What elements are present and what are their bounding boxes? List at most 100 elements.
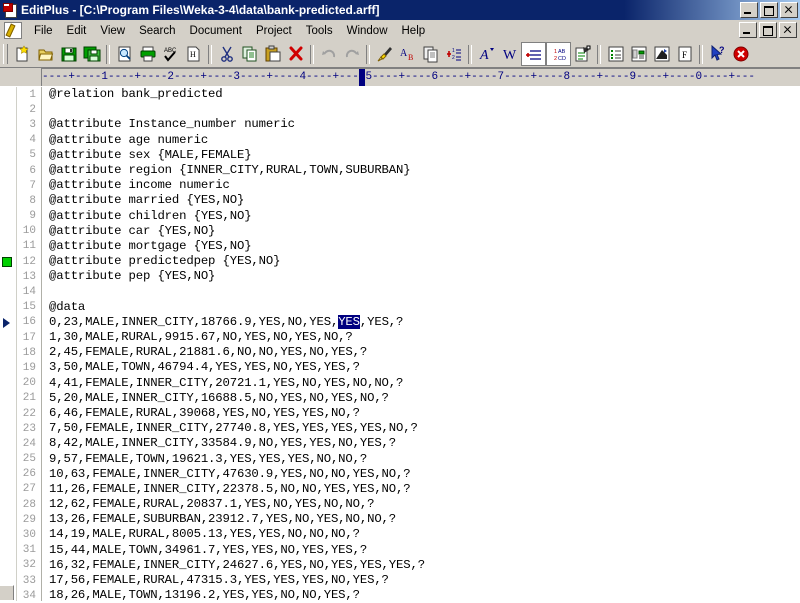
print-preview-icon[interactable]	[113, 43, 136, 65]
text-content[interactable]: @relation bank_predicted @attribute Inst…	[42, 87, 800, 601]
code-line[interactable]: @attribute car {YES,NO}	[49, 224, 800, 239]
maximize-button[interactable]	[760, 2, 778, 18]
gutter-line[interactable]: 4	[0, 133, 41, 148]
menu-view[interactable]: View	[93, 23, 132, 39]
directory-window-icon[interactable]	[627, 43, 650, 65]
gutter-line[interactable]: 11	[0, 239, 41, 254]
code-line[interactable]: 12,62,FEMALE,RURAL,20837.1,YES,NO,YES,NO…	[49, 497, 800, 512]
code-line[interactable]: 13,26,FEMALE,SUBURBAN,23912.7,YES,NO,YES…	[49, 512, 800, 527]
mdi-close-button[interactable]	[779, 22, 797, 38]
gutter-line[interactable]: 13	[0, 269, 41, 284]
gutter-line[interactable]: 14	[0, 284, 41, 299]
close-button[interactable]	[780, 2, 798, 18]
function-list-icon[interactable]: F	[673, 43, 696, 65]
code-line[interactable]: 5,20,MALE,INNER_CITY,16688.5,NO,YES,NO,Y…	[49, 391, 800, 406]
gutter-line[interactable]: 25	[0, 452, 41, 467]
code-line[interactable]: 11,26,FEMALE,INNER_CITY,22378.5,NO,NO,YE…	[49, 482, 800, 497]
code-line[interactable]: @attribute age numeric	[49, 133, 800, 148]
code-line[interactable]: @attribute children {YES,NO}	[49, 209, 800, 224]
bookmark-marker-icon[interactable]	[2, 256, 12, 267]
word-wrap-icon[interactable]: W	[498, 43, 521, 65]
gutter-line[interactable]: 5	[0, 148, 41, 163]
gutter-line[interactable]: 19	[0, 360, 41, 375]
gutter-line[interactable]: 16	[0, 315, 41, 330]
indent-list-icon[interactable]: 1 2	[442, 43, 465, 65]
code-line[interactable]: @attribute income numeric	[49, 178, 800, 193]
open-file-icon[interactable]	[34, 43, 57, 65]
code-line[interactable]: @relation bank_predicted	[49, 87, 800, 102]
gutter-line[interactable]: 1	[0, 87, 41, 102]
undo-icon[interactable]	[317, 43, 340, 65]
line-number-gutter[interactable]: 1 2 3 4 5 6 7 8 9 10 11 12 13 14 15 16 17 18 19 20 21 22 23 24 2…	[0, 87, 41, 602]
gutter-line[interactable]: 7	[0, 178, 41, 193]
gutter-line[interactable]: 8	[0, 193, 41, 208]
code-line[interactable]: @attribute sex {MALE,FEMALE}	[49, 148, 800, 163]
code-line[interactable]: 16,32,FEMALE,INNER_CITY,24627.6,YES,NO,Y…	[49, 558, 800, 573]
code-line[interactable]: @attribute pep {YES,NO}	[49, 269, 800, 284]
context-help-icon[interactable]: ?	[706, 43, 729, 65]
document-pencil-icon[interactable]	[4, 22, 22, 39]
column-marker-icon[interactable]: 1 AB 2 CD	[546, 42, 571, 66]
code-line[interactable]: @data	[49, 300, 800, 315]
code-line[interactable]	[49, 102, 800, 117]
redo-icon[interactable]	[340, 43, 363, 65]
gutter-line[interactable]: 32	[0, 558, 41, 573]
menu-tools[interactable]: Tools	[299, 23, 340, 39]
code-line[interactable]: 4,41,FEMALE,INNER_CITY,20721.1,YES,NO,YE…	[49, 376, 800, 391]
delete-icon[interactable]	[284, 43, 307, 65]
gutter-line[interactable]: 3	[0, 117, 41, 132]
code-line[interactable]: 15,44,MALE,TOWN,34961.7,YES,YES,NO,YES,Y…	[49, 543, 800, 558]
code-line[interactable]: @attribute predictedpep {YES,NO}	[49, 254, 800, 269]
editor-area[interactable]: 1 2 3 4 5 6 7 8 9 10 11 12 13 14 15 16 17 18 19 20 21 22 23 24 2…	[0, 86, 800, 602]
gutter-line[interactable]: 15	[0, 300, 41, 315]
code-line[interactable]: 9,57,FEMALE,TOWN,19621.3,YES,YES,YES,NO,…	[49, 452, 800, 467]
gutter-line[interactable]: 10	[0, 224, 41, 239]
menu-help[interactable]: Help	[395, 23, 433, 39]
gutter-line[interactable]: 2	[0, 102, 41, 117]
gutter-line[interactable]: 24	[0, 436, 41, 451]
duplicate-icon[interactable]	[419, 43, 442, 65]
code-line[interactable]: @attribute Instance_number numeric	[49, 117, 800, 132]
gutter-line[interactable]: 9	[0, 209, 41, 224]
paste-icon[interactable]	[261, 43, 284, 65]
menu-window[interactable]: Window	[340, 23, 395, 39]
html-page-icon[interactable]: H	[182, 43, 205, 65]
column-ruler[interactable]: ----+----1----+----2----+----3----+----4…	[42, 68, 800, 86]
cliptext-window-icon[interactable]	[650, 43, 673, 65]
gutter-line[interactable]: 17	[0, 330, 41, 345]
gutter-line[interactable]: 23	[0, 421, 41, 436]
gutter-line[interactable]: 31	[0, 543, 41, 558]
code-line[interactable]: @attribute mortgage {YES,NO}	[49, 239, 800, 254]
code-line[interactable]: 3,50,MALE,TOWN,46794.4,YES,YES,NO,YES,YE…	[49, 360, 800, 375]
code-line[interactable]: 7,50,FEMALE,INNER_CITY,27740.8,YES,YES,Y…	[49, 421, 800, 436]
gutter-line[interactable]: 21	[0, 391, 41, 406]
line-numbers-icon[interactable]	[521, 42, 546, 66]
code-line[interactable]: 6,46,FEMALE,RURAL,39068,YES,NO,YES,YES,N…	[49, 406, 800, 421]
gutter-line[interactable]: 22	[0, 406, 41, 421]
copy-icon[interactable]	[238, 43, 261, 65]
mdi-minimize-button[interactable]	[739, 22, 757, 38]
selected-text[interactable]: YES	[338, 314, 360, 329]
code-line[interactable]: 17,56,FEMALE,RURAL,47315.3,YES,YES,YES,N…	[49, 573, 800, 588]
minimize-button[interactable]	[740, 2, 758, 18]
code-line[interactable]: 0,23,MALE,INNER_CITY,18766.9,YES,NO,YES,…	[49, 314, 800, 330]
toolbar-grip[interactable]	[3, 44, 8, 64]
gutter-line[interactable]: 29	[0, 512, 41, 527]
print-icon[interactable]	[136, 43, 159, 65]
code-line[interactable]: 10,63,FEMALE,INNER_CITY,47630.9,YES,NO,N…	[49, 467, 800, 482]
code-line[interactable]: 14,19,MALE,RURAL,8005.13,YES,YES,NO,NO,N…	[49, 527, 800, 542]
title-bar[interactable]: EditPlus - [C:\Program Files\Weka-3-4\da…	[0, 0, 800, 20]
code-line[interactable]: @attribute region {INNER_CITY,RURAL,TOWN…	[49, 163, 800, 178]
menu-document[interactable]: Document	[183, 23, 249, 39]
user-tool-icon[interactable]	[571, 43, 594, 65]
spell-check-icon[interactable]: ABC	[159, 43, 182, 65]
document-selector-icon[interactable]	[604, 43, 627, 65]
gutter-line[interactable]: 28	[0, 497, 41, 512]
gutter-line[interactable]: 27	[0, 482, 41, 497]
gutter-line[interactable]: 30	[0, 527, 41, 542]
new-file-icon[interactable]	[11, 43, 34, 65]
horizontal-scrollbar-corner[interactable]	[0, 585, 14, 600]
change-case-icon[interactable]: A B	[396, 43, 419, 65]
cut-icon[interactable]	[215, 43, 238, 65]
gutter-line[interactable]: 26	[0, 467, 41, 482]
